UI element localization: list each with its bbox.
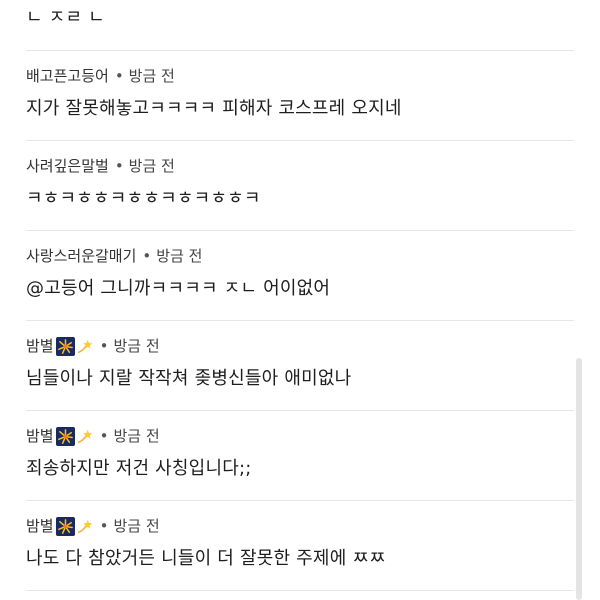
separator-dot: • bbox=[114, 67, 124, 85]
comment-meta: 밤별 • 방금 전 bbox=[26, 516, 574, 536]
comment-time: 방금 전 bbox=[156, 247, 203, 265]
comment-meta: 사려깊은말벌 • 방금 전 bbox=[26, 156, 574, 176]
comment-item: 사랑스러운갈매기 • 방금 전 @고등어 그니까ㅋㅋㅋㅋ ㅈㄴ 어이없어 bbox=[26, 246, 574, 301]
divider bbox=[26, 500, 574, 501]
separator-dot: • bbox=[99, 517, 109, 535]
comment-item: 사려깊은말벌 • 방금 전 ㅋㅎㅋㅎㅎㅋㅎㅎㅋㅎㅋㅎㅎㅋ bbox=[26, 156, 574, 211]
comment-author[interactable]: 배고픈고등어 bbox=[26, 66, 109, 86]
comment-time: 방금 전 bbox=[128, 67, 175, 85]
separator-dot: • bbox=[114, 157, 124, 175]
comment-author[interactable]: 밤별 bbox=[26, 426, 54, 446]
comment-meta: 밤별 • 방금 전 bbox=[26, 336, 574, 356]
fireworks-icon bbox=[55, 516, 75, 536]
separator-dot: • bbox=[99, 337, 109, 355]
comment-item: 밤별 • 방금 전 님들이나 지랄 작작쳐 좆병신들아 애미없나 bbox=[26, 336, 574, 391]
comment-author[interactable]: 사랑스러운갈매기 bbox=[26, 246, 136, 266]
comment-time: 방금 전 bbox=[128, 157, 175, 175]
comment-time: 방금 전 bbox=[113, 517, 160, 535]
dizzy-star-icon bbox=[77, 519, 92, 534]
comment-meta: 밤별 • 방금 전 bbox=[26, 426, 574, 446]
dizzy-star-icon bbox=[77, 429, 92, 444]
comment-item: 밤별 • 방금 전 죄송하지만 저건 사칭입니다;; bbox=[26, 426, 574, 481]
comment-meta: 배고픈고등어 • 방금 전 bbox=[26, 66, 574, 86]
comment-text: 나도 다 참았거든 니들이 더 잘못한 주제에 ㅉㅉ bbox=[26, 548, 386, 569]
divider bbox=[26, 50, 574, 51]
divider bbox=[26, 140, 574, 141]
fireworks-icon bbox=[55, 426, 75, 446]
comment-text: @고등어 그니까ㅋㅋㅋㅋ ㅈㄴ 어이없어 bbox=[26, 278, 331, 299]
comment-item: 배고픈고등어 • 방금 전 지가 잘못해놓고ㅋㅋㅋㅋ 피해자 코스프레 오지네 bbox=[26, 66, 574, 121]
comment-item: ㄴ ㅈㄹ ㄴ bbox=[26, 6, 574, 30]
comment-author[interactable]: 사려깊은말벌 bbox=[26, 156, 109, 176]
fireworks-icon bbox=[55, 336, 75, 356]
comment-author[interactable]: 밤별 bbox=[26, 336, 54, 356]
comment-meta: 사랑스러운갈매기 • 방금 전 bbox=[26, 246, 574, 266]
comment-time: 방금 전 bbox=[113, 337, 160, 355]
comment-feed: ㄴ ㅈㄹ ㄴ 배고픈고등어 • 방금 전 지가 잘못해놓고ㅋㅋㅋㅋ 피해자 코스… bbox=[0, 0, 600, 600]
comment-text: 님들이나 지랄 작작쳐 좆병신들아 애미없나 bbox=[26, 368, 352, 389]
comment-author[interactable]: 밤별 bbox=[26, 516, 54, 536]
divider bbox=[26, 320, 574, 321]
divider bbox=[26, 410, 574, 411]
comment-text: ㅋㅎㅋㅎㅎㅋㅎㅎㅋㅎㅋㅎㅎㅋ bbox=[26, 188, 261, 209]
comment-text: 죄송하지만 저건 사칭입니다;; bbox=[26, 458, 252, 479]
dizzy-star-icon bbox=[77, 339, 92, 354]
separator-dot: • bbox=[142, 247, 152, 265]
comment-time: 방금 전 bbox=[113, 427, 160, 445]
separator-dot: • bbox=[99, 427, 109, 445]
divider bbox=[26, 230, 574, 231]
scrollbar[interactable] bbox=[576, 358, 582, 600]
comment-text: ㄴ ㅈㄹ ㄴ bbox=[26, 7, 105, 28]
comment-item: 밤별 • 방금 전 나도 다 참았거든 니들이 더 잘못한 주제에 ㅉㅉ bbox=[26, 516, 574, 571]
divider bbox=[26, 590, 574, 591]
comment-text: 지가 잘못해놓고ㅋㅋㅋㅋ 피해자 코스프레 오지네 bbox=[26, 98, 402, 119]
